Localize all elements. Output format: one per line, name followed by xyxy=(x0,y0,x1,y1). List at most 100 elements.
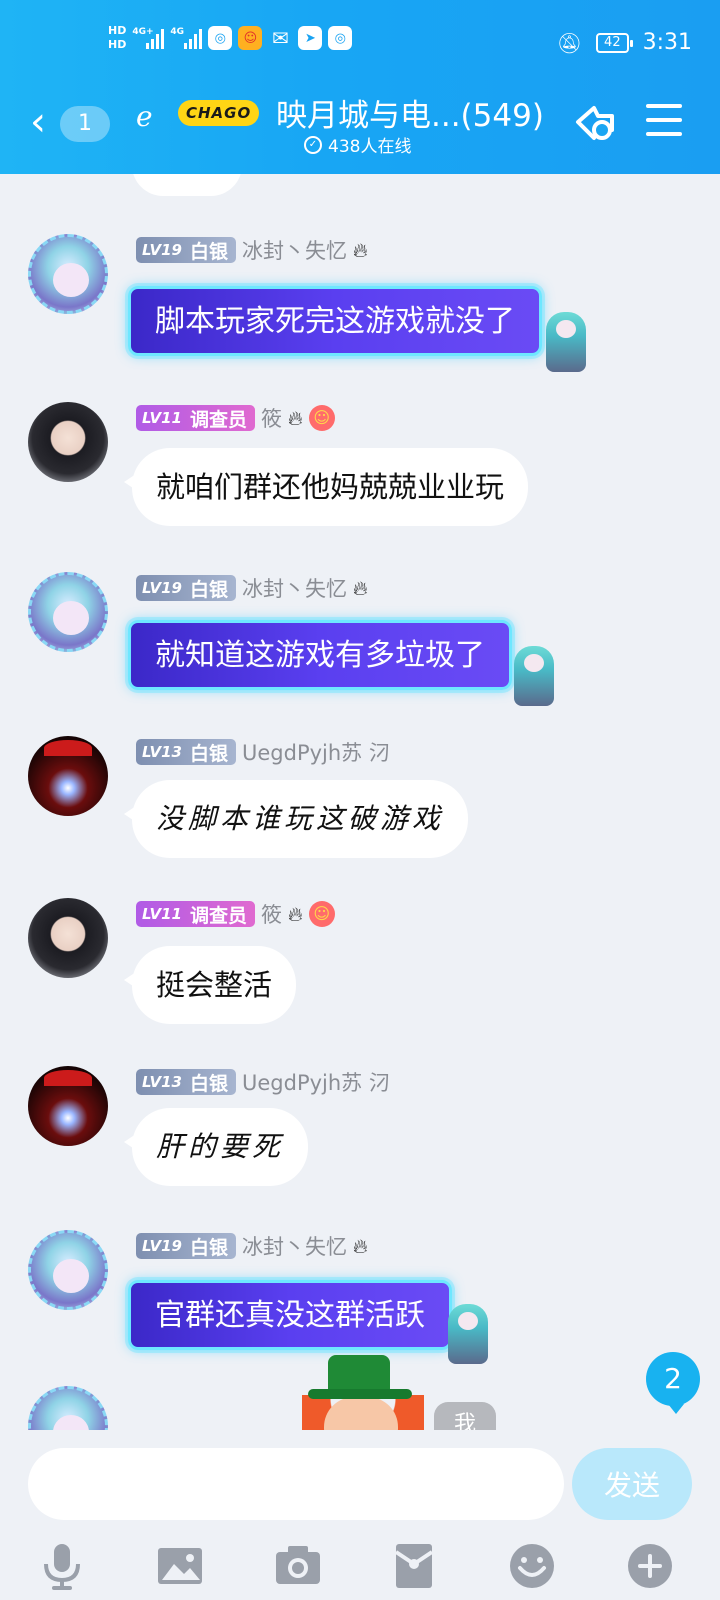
avatar[interactable] xyxy=(28,402,108,482)
message-bubble[interactable]: 肝的要死 xyxy=(123,1108,309,1186)
level-title: 调查员 xyxy=(189,408,247,431)
status-right: 🔕︎ 42 3:31 xyxy=(557,30,692,55)
message-bubble[interactable]: 就咱们群还他妈兢兢业业玩 xyxy=(123,448,529,526)
net2-label: 4G xyxy=(170,27,184,37)
sender-meta: LV19 白银 冰封丶失忆 🔥︎ xyxy=(136,1232,368,1260)
bubble-decoration-icon xyxy=(546,312,586,372)
camera-icon[interactable] xyxy=(272,1540,324,1592)
message-bubble[interactable]: 没脚本谁玩这破游戏 xyxy=(123,780,469,858)
app-notify-icon: ☺ xyxy=(238,26,263,50)
hd2-label: HD xyxy=(108,38,127,51)
input-area: 发送 xyxy=(0,1430,720,1600)
avatar[interactable] xyxy=(28,234,108,314)
level-title: 调查员 xyxy=(189,904,247,927)
send-button[interactable]: 发送 xyxy=(572,1448,692,1520)
sender-name[interactable]: UegdPyjh苏 汈 xyxy=(242,737,390,767)
sender-meta: LV19 白银 冰封丶失忆 🔥︎ xyxy=(136,574,368,602)
level-number: LV13 xyxy=(142,1073,182,1091)
back-unread-count[interactable]: 1 xyxy=(60,106,110,142)
sender-name[interactable]: UegdPyjh苏 汈 xyxy=(242,1067,390,1097)
sender-meta: LV19 白银 冰封丶失忆 🔥︎ xyxy=(136,236,368,264)
emoji-icon[interactable] xyxy=(506,1540,558,1592)
level-number: LV11 xyxy=(142,409,182,427)
level-title: 白银 xyxy=(189,742,228,765)
level-badge: LV19 白银 xyxy=(136,237,236,263)
level-number: LV11 xyxy=(142,905,182,923)
sender-name[interactable]: 冰封丶失忆 xyxy=(242,235,347,265)
net1-label: 4G+ xyxy=(132,27,154,37)
avatar[interactable] xyxy=(28,572,108,652)
avatar[interactable] xyxy=(28,1386,108,1430)
level-badge: LV19 白银 xyxy=(136,1233,236,1259)
fire-icon: 🔥︎ xyxy=(353,238,368,262)
level-number: LV19 xyxy=(142,241,182,259)
level-number: LV19 xyxy=(142,1237,182,1255)
mascot-sticker[interactable] xyxy=(302,1355,424,1437)
input-toolbar xyxy=(0,1540,720,1596)
mascot-hat-brim xyxy=(308,1389,412,1399)
level-title: 白银 xyxy=(189,578,228,601)
level-badge: LV19 白银 xyxy=(136,575,236,601)
sender-meta: LV11 调查员 筱 🔥︎ ☺ xyxy=(136,404,335,432)
online-count: 438人在线 xyxy=(328,137,412,157)
signal-2-icon: 4G xyxy=(170,27,203,49)
link-share-icon[interactable] xyxy=(572,100,620,148)
online-check-icon: ✓ xyxy=(304,135,322,154)
back-chevron-icon[interactable]: ‹ xyxy=(30,102,46,142)
chat-header: HD HD 4G+ 4G ◎ ☺ ✉ ➤ ◎ 🔕︎ 42 3:31 ‹ 1 ℯ xyxy=(0,0,720,174)
sender-name[interactable]: 筱 xyxy=(261,403,282,433)
message-bubble[interactable]: 就知道这游戏有多垃圾了 xyxy=(128,620,512,690)
sender-meta: LV13 白银 UegdPyjh苏 汈 xyxy=(136,738,390,766)
mute-bell-icon: 🔕︎ xyxy=(556,30,583,55)
message-input[interactable] xyxy=(28,1448,564,1520)
fire-icon: 🔥︎ xyxy=(288,406,303,430)
sender-name[interactable]: 冰封丶失忆 xyxy=(242,1231,347,1261)
new-message-count-badge[interactable]: 2 xyxy=(646,1352,700,1414)
signal-1-icon: 4G+ xyxy=(132,27,165,49)
group-title[interactable]: 映月城与电...(549) xyxy=(276,90,544,135)
fire-icon: 🔥︎ xyxy=(353,1234,368,1258)
level-badge: LV11 调查员 xyxy=(136,901,255,927)
sender-name[interactable]: 冰封丶失忆 xyxy=(242,573,347,603)
image-icon[interactable] xyxy=(154,1540,206,1592)
avatar[interactable] xyxy=(28,1230,108,1310)
hd-indicator: HD HD xyxy=(108,24,126,52)
avatar[interactable] xyxy=(28,898,108,978)
fire-icon: 🔥︎ xyxy=(288,902,303,926)
message-bubble[interactable]: 官群还真没这群活跃 xyxy=(128,1280,452,1350)
sender-name[interactable]: 筱 xyxy=(261,899,282,929)
status-bar: HD HD 4G+ 4G ◎ ☺ ✉ ➤ ◎ 🔕︎ 42 3:31 xyxy=(0,20,720,70)
bubble-decoration-icon xyxy=(448,1304,488,1364)
level-number: LV19 xyxy=(142,579,182,597)
qq-notify-icon-2: ◎ xyxy=(328,26,353,50)
status-left: HD HD 4G+ 4G ◎ ☺ ✉ ➤ ◎ xyxy=(108,24,353,52)
menu-icon[interactable] xyxy=(646,104,682,136)
bubble-decoration-icon xyxy=(514,646,554,706)
earpiece-icon[interactable]: ℯ xyxy=(136,100,153,133)
avatar[interactable] xyxy=(28,736,108,816)
level-title: 白银 xyxy=(189,1072,228,1095)
level-badge: LV11 调查员 xyxy=(136,405,255,431)
level-number: LV13 xyxy=(142,743,182,761)
nav-bar: ‹ 1 ℯ CHAGO 映月城与电...(549) ✓ 438人在线 xyxy=(0,86,720,166)
level-title: 白银 xyxy=(189,240,228,263)
qq-notify-icon: ◎ xyxy=(208,26,233,50)
message-bubble-partial xyxy=(124,174,242,196)
message-bubble[interactable]: 挺会整活 xyxy=(123,946,297,1024)
plus-icon[interactable] xyxy=(624,1540,676,1592)
avatar[interactable] xyxy=(28,1066,108,1146)
microphone-icon[interactable] xyxy=(36,1540,88,1592)
smile-badge-icon: ☺ xyxy=(308,405,335,431)
online-status[interactable]: ✓ 438人在线 xyxy=(304,132,411,157)
clock: 3:31 xyxy=(642,30,692,55)
sender-meta: LV13 白银 UegdPyjh苏 汈 xyxy=(136,1068,390,1096)
wechat-notify-icon: ✉ xyxy=(271,26,289,50)
red-packet-icon[interactable] xyxy=(388,1540,440,1592)
level-badge: LV13 白银 xyxy=(136,739,236,765)
battery-icon: 42 xyxy=(596,32,633,53)
sender-meta: LV11 调查员 筱 🔥︎ ☺ xyxy=(136,900,335,928)
level-title: 白银 xyxy=(189,1236,228,1259)
telegram-notify-icon: ➤ xyxy=(298,26,323,50)
message-bubble[interactable]: 脚本玩家死完这游戏就没了 xyxy=(128,286,542,356)
message-list[interactable]: LV19 白银 冰封丶失忆 🔥︎ 脚本玩家死完这游戏就没了 LV11 调查员 筱… xyxy=(0,174,720,1430)
